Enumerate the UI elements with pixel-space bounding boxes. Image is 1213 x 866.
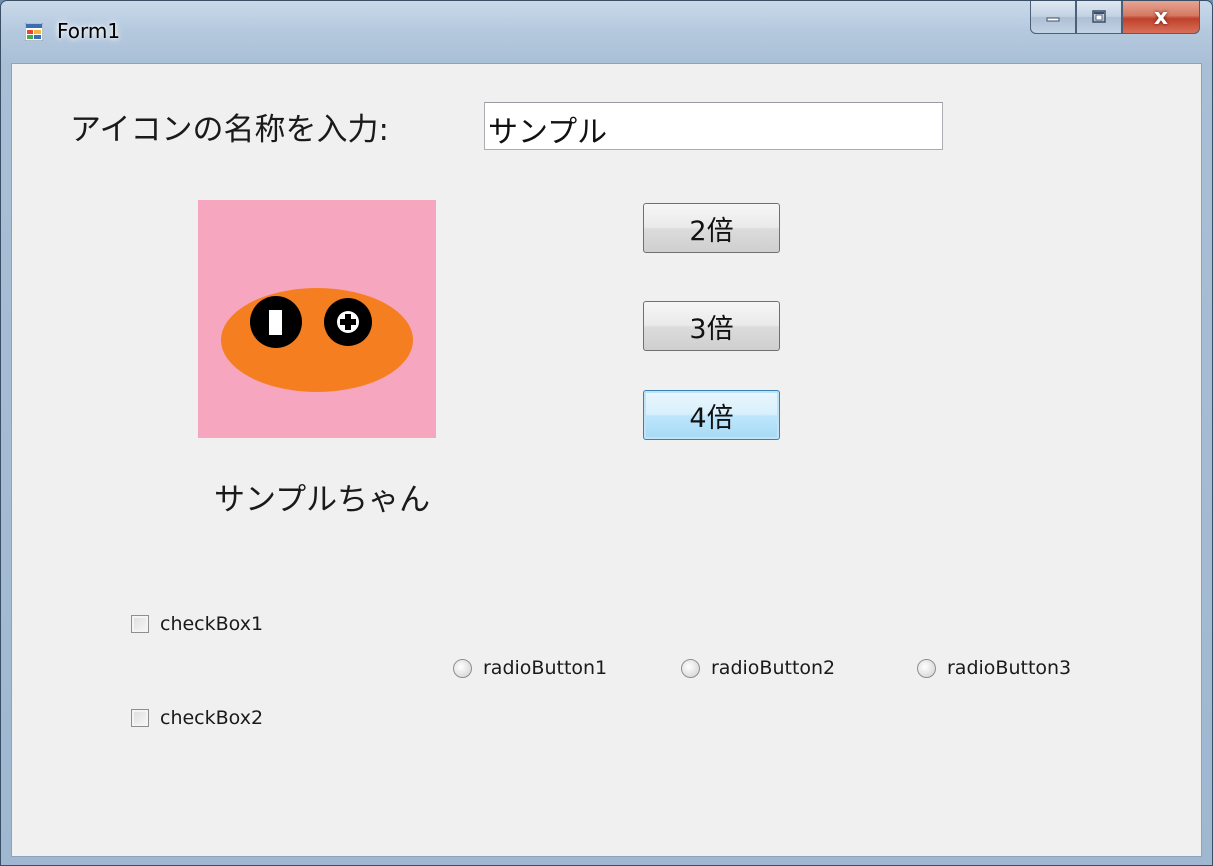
maximize-button[interactable] [1076, 1, 1122, 34]
icon-picture-box [198, 200, 436, 438]
radio-button-3[interactable]: radioButton3 [917, 657, 1071, 679]
orange-blob-face-icon [221, 288, 413, 392]
radio-button-2[interactable]: radioButton2 [681, 657, 835, 679]
checkbox-1-box[interactable] [131, 615, 149, 633]
radio-button-2-dot[interactable] [681, 658, 700, 678]
icon-name-input[interactable]: サンプル [484, 102, 943, 150]
icon-caption: サンプルちゃん [214, 482, 431, 518]
radio-button-1[interactable]: radioButton1 [453, 657, 607, 679]
radio-button-1-label: radioButton1 [483, 657, 608, 679]
scale-2x-button[interactable]: 2倍 [643, 203, 780, 253]
icon-name-label: アイコンの名称を入力: [70, 112, 389, 148]
checkbox-2-label: checkBox2 [160, 707, 264, 729]
form1-window: Form1 x アイコンの名称を入力: サンプル サンプルちゃん 2倍 3倍 4… [0, 0, 1213, 866]
scale-4x-button[interactable]: 4倍 [643, 390, 780, 440]
minimize-icon [1046, 17, 1060, 22]
checkbox-2[interactable]: checkBox2 [131, 707, 263, 729]
scale-3x-button[interactable]: 3倍 [643, 301, 780, 351]
radio-button-3-dot[interactable] [917, 658, 936, 678]
maximize-icon [1092, 10, 1106, 23]
radio-button-2-label: radioButton2 [711, 657, 836, 679]
radio-button-1-dot[interactable] [453, 658, 472, 678]
close-button[interactable]: x [1122, 1, 1200, 34]
checkbox-2-box[interactable] [131, 709, 149, 727]
form-client-area: アイコンの名称を入力: サンプル サンプルちゃん 2倍 3倍 4倍 checkB… [11, 63, 1202, 857]
checkbox-1-label: checkBox1 [160, 613, 264, 635]
minimize-button[interactable] [1030, 1, 1076, 34]
window-title: Form1 [57, 19, 121, 43]
radio-button-3-label: radioButton3 [947, 657, 1072, 679]
app-form-icon [25, 23, 43, 41]
title-bar[interactable]: Form1 x [1, 1, 1212, 63]
checkbox-1[interactable]: checkBox1 [131, 613, 263, 635]
close-icon: x [1153, 4, 1169, 30]
caption-buttons: x [1030, 1, 1200, 35]
